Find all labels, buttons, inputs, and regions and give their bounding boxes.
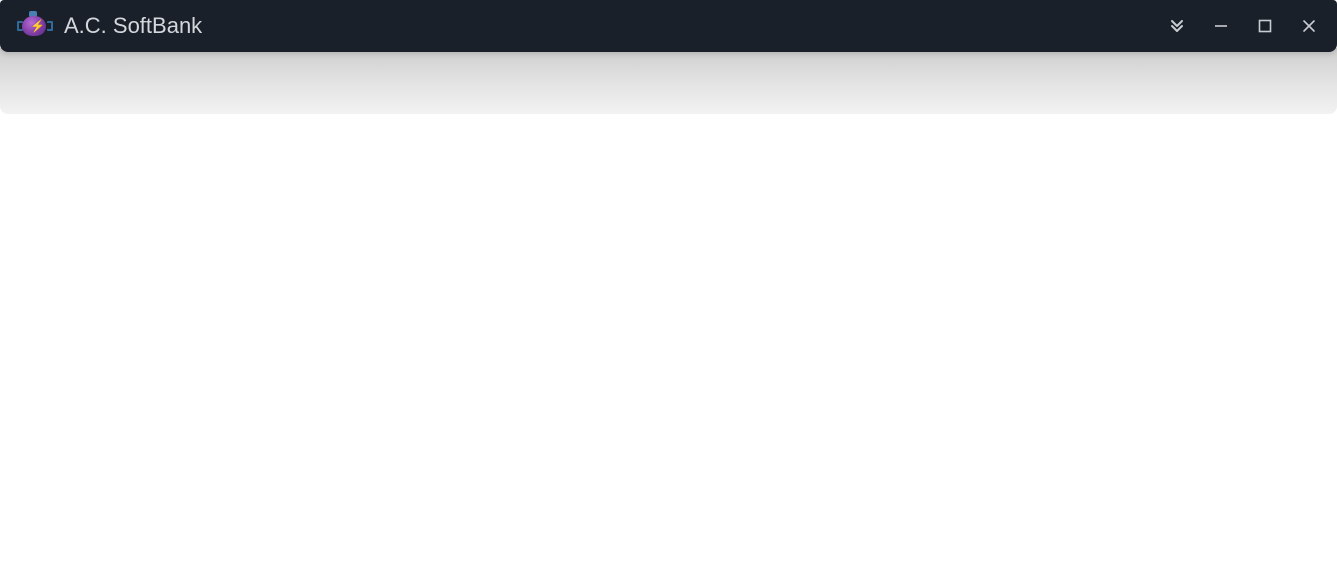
toolbar-area (0, 48, 1337, 114)
close-button[interactable] (1287, 0, 1331, 52)
close-icon (1302, 19, 1316, 33)
minimize-button[interactable] (1199, 0, 1243, 52)
chevron-double-down-icon (1169, 18, 1185, 34)
engine-icon: ⚡ (18, 13, 52, 39)
application-window: ⚡ A.C. SoftBank (0, 0, 1337, 573)
app-icon: ⚡ (18, 12, 52, 40)
maximize-icon (1258, 19, 1272, 33)
content-area (0, 114, 1337, 573)
maximize-button[interactable] (1243, 0, 1287, 52)
app-title: A.C. SoftBank (64, 13, 1155, 39)
titlebar[interactable]: ⚡ A.C. SoftBank (0, 0, 1337, 52)
collapse-button[interactable] (1155, 0, 1199, 52)
minimize-icon (1214, 19, 1228, 33)
window-controls (1155, 0, 1331, 52)
